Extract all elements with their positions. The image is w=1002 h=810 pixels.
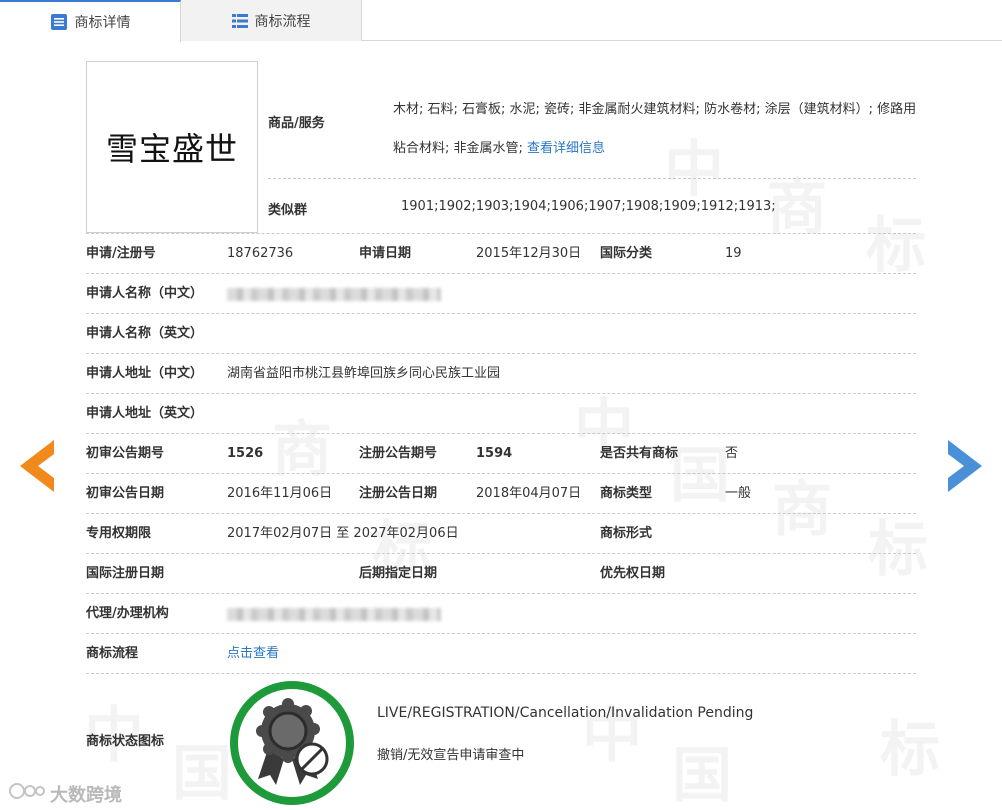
tab-label: 商标流程 [254, 13, 311, 30]
priority-date-label: 优先权日期 [600, 566, 666, 581]
detail-row: 初审公告日期 2016年11月06日 注册公告日期 2018年04月07日 商标… [86, 474, 916, 514]
trademark-form-label: 商标形式 [600, 526, 653, 541]
reg-pub-issue-value: 1594 [476, 446, 513, 461]
detail-row: 代理/办理机构 [86, 594, 916, 634]
watermark-char: 国 [672, 746, 732, 806]
applicant-name-en-label: 申请人名称（英文） [86, 326, 204, 341]
detail-row: 申请/注册号 18762736 申请日期 2015年12月30日 国际分类 19 [86, 234, 916, 274]
applicant-address-cn-value: 湖南省益阳市桃江县鲊埠回族乡同心民族工业园 [227, 366, 501, 381]
international-class-label: 国际分类 [600, 246, 653, 261]
applicant-name-cn-label: 申请人名称（中文） [86, 286, 204, 301]
applicant-address-cn-label: 申请人地址（中文） [86, 366, 204, 381]
shared-trademark-value: 否 [725, 446, 739, 461]
application-number-value: 18762736 [227, 246, 294, 261]
detail-row: 国际注册日期 后期指定日期 优先权日期 [86, 554, 916, 594]
reg-pub-issue-label: 注册公告期号 [359, 446, 438, 461]
goods-text: 木材; 石料; 石膏板; 水泥; 瓷砖; 非金属耐火建筑材料; 防水卷材; 涂层… [393, 102, 917, 156]
redacted-value [227, 608, 441, 621]
prelim-pub-date-label: 初审公告日期 [86, 486, 165, 501]
prelim-pub-issue-value: 1526 [227, 446, 264, 461]
detail-row: 申请人地址（英文） [86, 394, 916, 434]
agency-label: 代理/办理机构 [86, 606, 169, 621]
brand-text: 大数跨境 [50, 784, 122, 806]
tab-trademark-process[interactable]: 商标流程 [181, 0, 362, 41]
next-arrow-icon[interactable] [948, 440, 982, 492]
status-text-en: LIVE/REGISTRATION/Cancellation/Invalidat… [377, 705, 754, 721]
exclusive-right-period-value: 2017年02月07日 至 2027年02月06日 [227, 526, 459, 541]
view-details-link[interactable]: 查看详细信息 [527, 141, 605, 156]
shared-trademark-label: 是否共有商标 [600, 446, 679, 461]
watermark-char: 标 [880, 720, 940, 780]
tab-label: 商标详情 [74, 15, 131, 31]
applicant-address-en-label: 申请人地址（英文） [86, 406, 204, 421]
trademark-detail-page: 中 商 标 中 国 商 标 商 标 中 国 中 国 标 商标详情 [0, 0, 1002, 810]
view-process-link[interactable]: 点击查看 [227, 634, 279, 674]
watermark-char: 国 [172, 744, 232, 804]
international-class-value: 19 [725, 246, 742, 261]
exclusive-right-period-label: 专用权期限 [86, 526, 152, 541]
divider [86, 673, 916, 674]
detail-row: 商标流程 点击查看 [86, 634, 916, 674]
detail-row: 初审公告期号 1526 注册公告期号 1594 是否共有商标 否 [86, 434, 916, 474]
status-seal-icon [228, 679, 356, 807]
brand-watermark: 大数跨境 [8, 780, 122, 807]
prelim-pub-date-value: 2016年11月06日 [227, 486, 333, 501]
detail-row: 专用权期限 2017年02月07日 至 2027年02月06日 商标形式 [86, 514, 916, 554]
status-text-cn: 撤销/无效宣告申请审查中 [377, 748, 525, 763]
status-icon-label: 商标状态图标 [86, 734, 165, 749]
list-detail-icon [50, 13, 68, 31]
tab-trademark-detail[interactable]: 商标详情 [0, 0, 181, 42]
application-date-label: 申请日期 [359, 246, 412, 261]
prelim-pub-issue-label: 初审公告期号 [86, 446, 165, 461]
list-grid-icon [231, 13, 248, 29]
detail-row: 申请人名称（英文） [86, 314, 916, 354]
reg-pub-date-label: 注册公告日期 [359, 486, 438, 501]
similar-group-label: 类似群 [268, 203, 308, 218]
trademark-logo-text: 雪宝盛世 [105, 130, 238, 168]
previous-arrow-icon[interactable] [20, 440, 54, 492]
later-designation-date-label: 后期指定日期 [359, 566, 438, 581]
detail-row: 申请人名称（中文） [86, 274, 916, 314]
application-date-value: 2015年12月30日 [476, 246, 582, 261]
goods-label: 商品/服务 [268, 116, 325, 131]
trademark-process-label: 商标流程 [86, 646, 139, 661]
similar-group-value: 1901;1902;1903;1904;1906;1907;1908;1909;… [401, 199, 776, 214]
trademark-type-label: 商标类型 [600, 486, 653, 501]
application-number-label: 申请/注册号 [86, 246, 156, 261]
intl-reg-date-label: 国际注册日期 [86, 566, 165, 581]
watermark-char: 商 [767, 178, 827, 238]
brand-logo-icon [8, 780, 46, 807]
tab-bar: 商标详情 商标流程 [0, 0, 1002, 42]
trademark-type-value: 一般 [725, 486, 752, 501]
trademark-image: 雪宝盛世 [86, 61, 258, 233]
divider [268, 178, 916, 179]
detail-row: 申请人地址（中文） 湖南省益阳市桃江县鲊埠回族乡同心民族工业园 [86, 354, 916, 394]
goods-value: 木材; 石料; 石膏板; 水泥; 瓷砖; 非金属耐火建筑材料; 防水卷材; 涂层… [393, 90, 923, 168]
reg-pub-date-value: 2018年04月07日 [476, 486, 582, 501]
redacted-value [227, 288, 441, 301]
